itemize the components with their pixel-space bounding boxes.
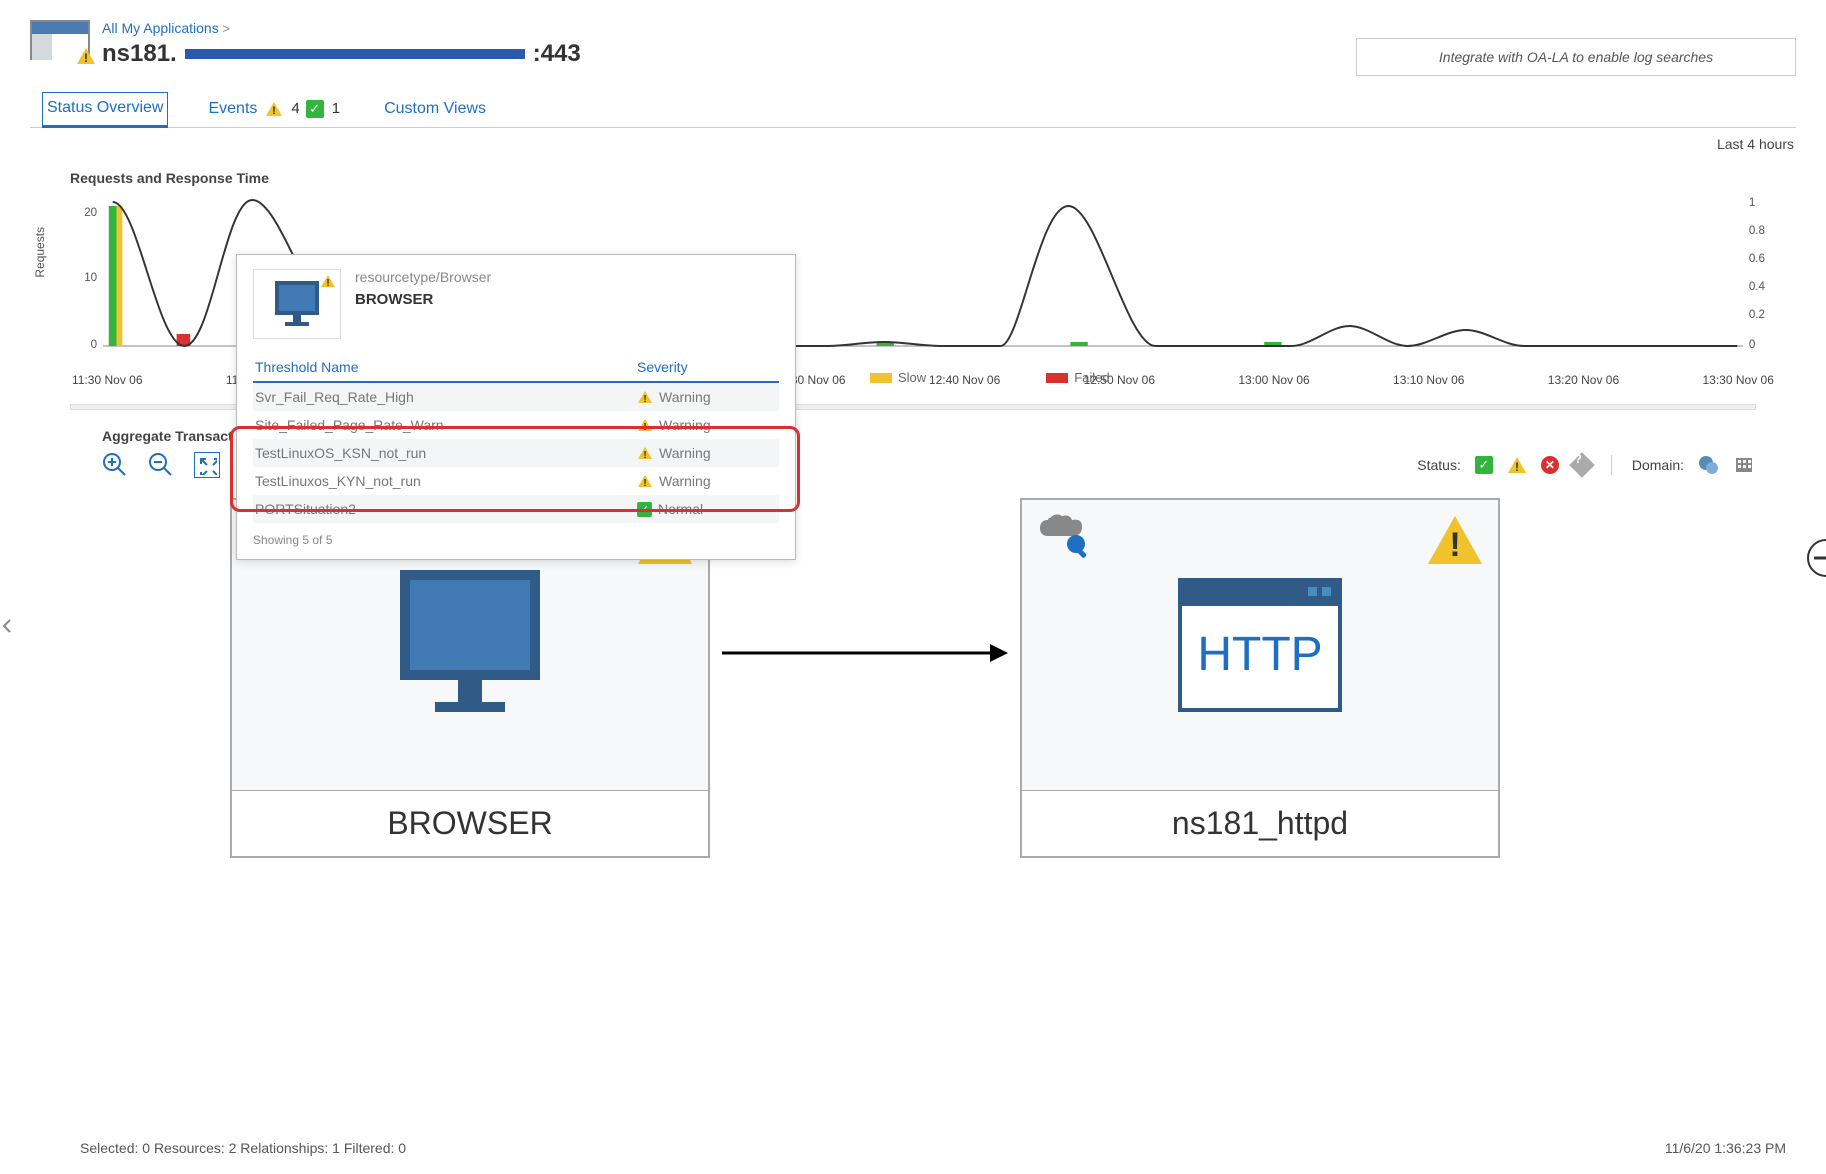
severity-text: Warning (659, 417, 711, 433)
status-unknown-icon[interactable]: ? (1569, 452, 1594, 477)
warning-icon: ! (637, 418, 653, 432)
svg-text:0: 0 (91, 337, 98, 351)
svg-text:!: ! (273, 105, 277, 117)
x-tick: 13:30 Nov 06 (1702, 373, 1773, 387)
zoom-in-icon[interactable] (102, 452, 128, 478)
tab-status-overview[interactable]: Status Overview (42, 92, 168, 128)
y-axis-label: Requests (33, 227, 47, 278)
svg-text:10: 10 (84, 270, 97, 284)
time-range[interactable]: Last 4 hours (30, 136, 1796, 152)
component-icon (1036, 514, 1092, 565)
svg-text:HTTP: HTTP (1197, 628, 1322, 681)
svg-text:!: ! (326, 278, 329, 288)
svg-text:!: ! (84, 51, 88, 65)
fit-screen-icon[interactable] (194, 452, 220, 478)
browser-window-icon: HTTP (1160, 560, 1360, 730)
svg-text:!: ! (1449, 526, 1460, 564)
status-label: Status: (1417, 457, 1461, 473)
tooltip-resource-name: BROWSER (355, 291, 491, 308)
x-tick: 11:30 Nov 06 (72, 373, 143, 387)
tab-events[interactable]: Events ! 4 ✓ 1 (204, 92, 344, 127)
tooltip-col-severity: Severity (637, 359, 777, 375)
warning-icon: ! (76, 47, 96, 65)
collapse-panel-icon[interactable] (1800, 538, 1826, 578)
x-tick: 13:00 Nov 06 (1238, 373, 1309, 387)
svg-text:0.2: 0.2 (1749, 307, 1765, 321)
tabs: Status Overview Events ! 4 ✓ 1 Custom Vi… (30, 92, 1796, 128)
svg-text:20: 20 (84, 205, 97, 219)
app-icon: ! (30, 20, 90, 62)
svg-text:!: ! (1515, 460, 1519, 474)
warning-icon: ! (265, 101, 283, 117)
tooltip-col-threshold: Threshold Name (255, 359, 637, 375)
node-label: ns181_httpd (1022, 790, 1498, 856)
breadcrumb-root[interactable]: All My Applications (102, 20, 219, 36)
status-ok-icon[interactable]: ✓ (1475, 456, 1493, 474)
severity-text: Warning (659, 445, 711, 461)
check-icon: ✓ (306, 100, 324, 118)
topology-node-httpd[interactable]: ! HTTP ns181_httpd (1020, 498, 1500, 858)
tooltip-footer: Showing 5 of 5 (253, 533, 779, 547)
x-tick: 13:10 Nov 06 (1393, 373, 1464, 387)
threshold-name: TestLinuxos_KYN_not_run (255, 473, 637, 489)
domain-label: Domain: (1632, 457, 1684, 473)
check-icon: ✓ (637, 502, 652, 517)
zoom-out-icon[interactable] (148, 452, 174, 478)
severity-text: Normal (658, 501, 703, 517)
domain-building-icon[interactable] (1734, 455, 1756, 475)
domain-globe-icon[interactable] (1698, 455, 1720, 475)
events-warn-count: 4 (291, 100, 299, 117)
svg-text:!: ! (643, 394, 646, 404)
warning-icon: ! (1426, 514, 1484, 566)
timestamp: 11/6/20 1:36:23 PM (1665, 1140, 1786, 1156)
warning-icon: ! (637, 446, 653, 460)
svg-text:!: ! (643, 422, 646, 432)
x-tick: 13:20 Nov 06 (1548, 373, 1619, 387)
svg-text:0.8: 0.8 (1749, 223, 1766, 237)
severity-text: Warning (659, 473, 711, 489)
svg-text:!: ! (643, 478, 646, 488)
threshold-tooltip: ! resourcetype/Browser BROWSER Threshold… (236, 254, 796, 560)
events-ok-count: 1 (332, 100, 340, 117)
log-search-notice: Integrate with OA-LA to enable log searc… (1356, 38, 1796, 76)
threshold-name: Site_Failed_Page_Rate_Warn (255, 417, 637, 433)
threshold-name: PORTSituation2 (255, 501, 637, 517)
tab-custom-views[interactable]: Custom Views (380, 92, 490, 127)
legend-failed: Failed (1074, 370, 1109, 385)
legend-slow: Slow (898, 370, 926, 385)
warning-icon: ! (637, 390, 653, 404)
svg-text:0: 0 (1749, 337, 1756, 351)
topology-arrow (720, 638, 1010, 668)
svg-text:1: 1 (1749, 196, 1755, 209)
tooltip-resource-icon: ! (253, 269, 341, 339)
chevron-left-icon[interactable] (2, 618, 12, 634)
monitor-icon (380, 560, 560, 730)
status-warning-icon[interactable]: ! (1507, 456, 1527, 474)
threshold-name: Svr_Fail_Req_Rate_High (255, 389, 637, 405)
severity-text: Warning (659, 389, 711, 405)
tooltip-resource-type: resourcetype/Browser (355, 269, 491, 285)
status-error-icon[interactable]: ✕ (1541, 456, 1559, 474)
topology-stats: Selected: 0 Resources: 2 Relationships: … (80, 1140, 406, 1156)
warning-icon: ! (637, 474, 653, 488)
chart-title: Requests and Response Time (70, 170, 1796, 186)
svg-text:0.4: 0.4 (1749, 279, 1766, 293)
threshold-name: TestLinuxOS_KSN_not_run (255, 445, 637, 461)
node-label: BROWSER (232, 790, 708, 856)
monitor-icon (267, 277, 327, 331)
svg-text:0.6: 0.6 (1749, 251, 1766, 265)
breadcrumb-sep: > (222, 21, 230, 36)
svg-text:!: ! (643, 450, 646, 460)
